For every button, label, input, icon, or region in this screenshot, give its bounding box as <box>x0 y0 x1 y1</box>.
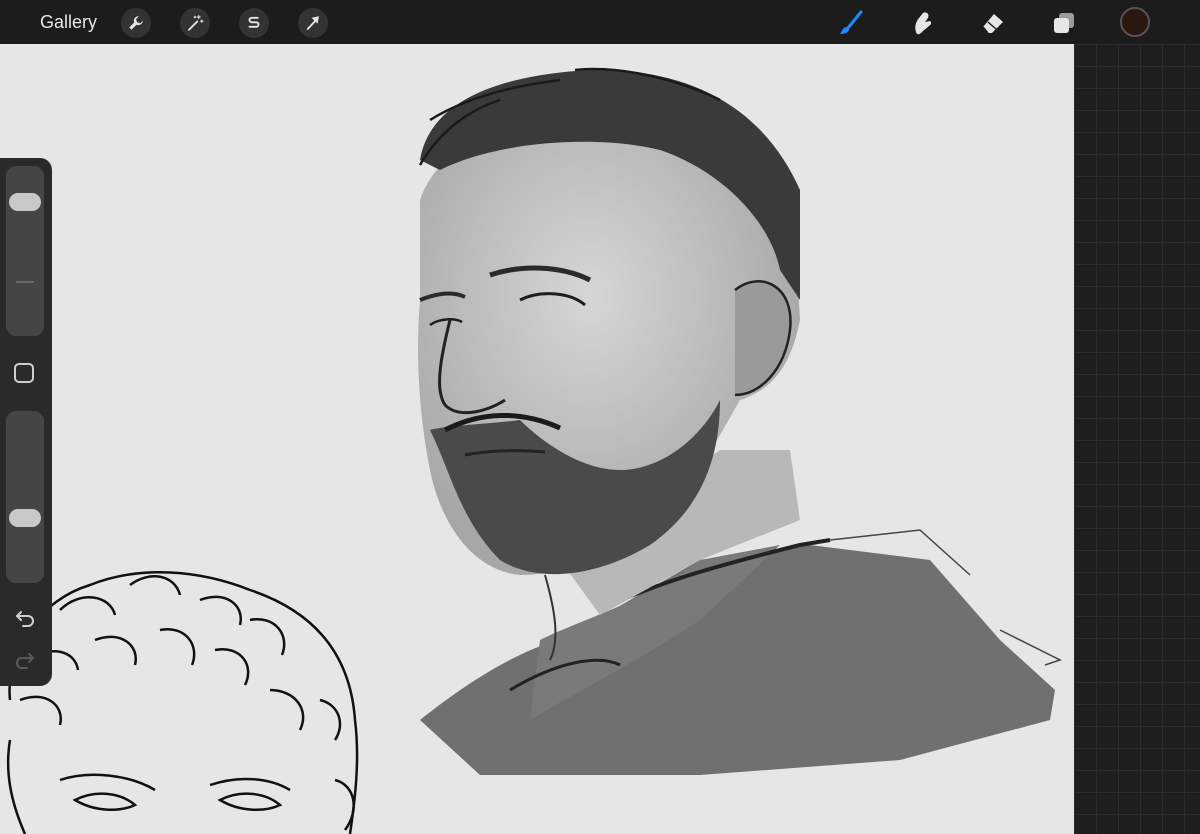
modify-square-icon[interactable] <box>14 363 34 383</box>
selection-button[interactable] <box>239 8 269 38</box>
slider-tick <box>16 281 34 283</box>
opacity-thumb[interactable] <box>9 509 41 528</box>
canvas-background-grid <box>1074 44 1200 834</box>
eraser-tool-button[interactable] <box>976 6 1010 40</box>
arrow-cursor-icon <box>306 16 319 30</box>
brush-size-thumb[interactable] <box>9 193 41 211</box>
eraser-icon <box>982 14 1003 34</box>
undo-icon[interactable] <box>13 606 37 630</box>
layers-button[interactable] <box>1047 6 1081 40</box>
top-toolbar: Gallery <box>0 0 1200 44</box>
color-picker-button[interactable] <box>1120 7 1150 37</box>
transform-button[interactable] <box>298 8 328 38</box>
smudge-icon <box>915 12 932 35</box>
selection-s-icon <box>248 16 260 28</box>
magic-wand-icon <box>188 14 204 31</box>
layers-icon <box>1054 13 1074 33</box>
redo-icon[interactable] <box>13 648 37 672</box>
opacity-slider[interactable] <box>6 411 44 583</box>
wrench-icon <box>129 16 143 30</box>
smudge-tool-button[interactable] <box>905 6 939 40</box>
paint-tool-button[interactable] <box>834 6 868 40</box>
actions-button[interactable] <box>121 8 151 38</box>
brush-icon <box>840 10 863 34</box>
brush-size-slider[interactable] <box>6 166 44 336</box>
sketch-artwork <box>6 67 1062 834</box>
gallery-button[interactable]: Gallery <box>40 11 97 33</box>
adjustments-button[interactable] <box>180 8 210 38</box>
left-sidebar <box>0 158 52 686</box>
drawing-canvas[interactable] <box>0 44 1074 834</box>
